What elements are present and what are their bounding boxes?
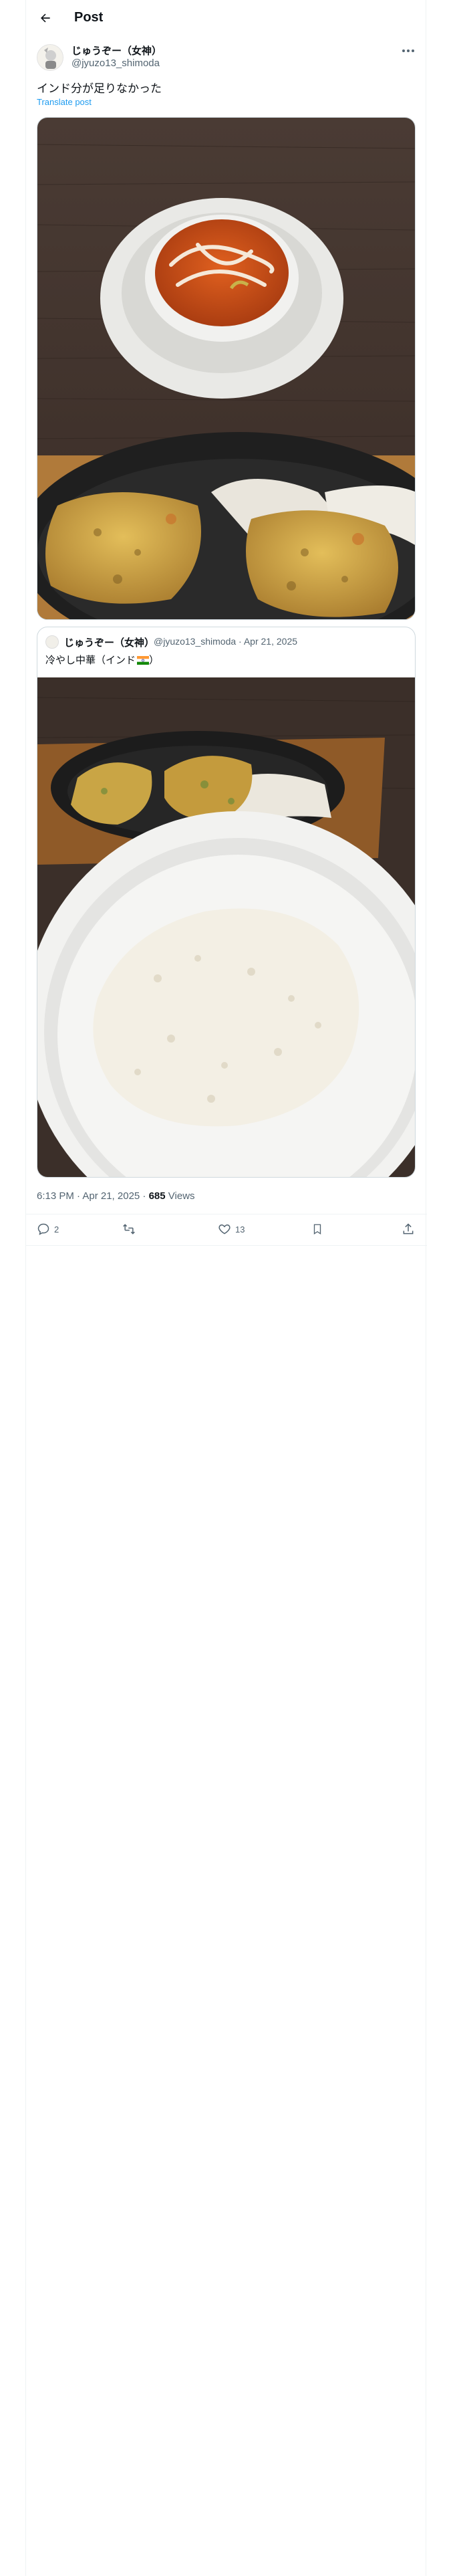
repost-button[interactable] — [122, 1222, 140, 1236]
avatar[interactable] — [37, 44, 63, 71]
heart-icon — [218, 1224, 231, 1235]
like-count: 13 — [235, 1224, 245, 1235]
reply-count: 2 — [54, 1224, 59, 1235]
quote-photo[interactable] — [37, 677, 415, 1177]
reply-button[interactable]: 2 — [37, 1222, 59, 1236]
food-photo — [37, 118, 415, 619]
back-button[interactable] — [35, 8, 55, 28]
author-name[interactable]: じゅうぞー（女神） — [71, 43, 162, 58]
quote-avatar — [45, 635, 59, 649]
post-timestamp[interactable]: 6:13 PM · Apr 21, 2025 · — [37, 1190, 149, 1202]
more-button[interactable] — [400, 44, 416, 58]
views-count: 685 — [148, 1190, 166, 1202]
repost-icon — [123, 1224, 135, 1235]
avatar-illustration — [37, 45, 63, 70]
share-icon — [403, 1223, 414, 1235]
post-photo[interactable] — [37, 117, 416, 620]
arrow-left-icon — [41, 13, 50, 23]
like-button[interactable]: 13 — [218, 1222, 245, 1236]
views-label: Views — [165, 1190, 195, 1202]
quoted-post[interactable]: じゅうぞー（女神） @jyuzo13_shimoda · Apr 21, 202… — [37, 627, 416, 1178]
share-button[interactable] — [402, 1222, 415, 1236]
quote-text-close: ） — [149, 655, 160, 666]
reply-icon — [37, 1223, 49, 1235]
more-horizontal-icon — [402, 49, 414, 52]
quote-text-body: 冷やし中華（インド — [45, 655, 136, 666]
author-handle[interactable]: @jyuzo13_shimoda — [71, 58, 160, 69]
bookmark-button[interactable] — [311, 1222, 323, 1236]
page-title: Post — [74, 10, 104, 25]
post-meta: 6:13 PM · Apr 21, 2025 · 685 Views — [37, 1190, 195, 1202]
flag-icon — [137, 656, 150, 665]
top-bar: Post — [26, 0, 427, 36]
action-bar: 2 13 — [26, 1214, 427, 1246]
bookmark-icon — [313, 1224, 321, 1235]
post-text: インド分が足りなかった — [37, 82, 162, 95]
quote-author-name: じゅうぞー（女神） — [64, 637, 155, 649]
translate-link[interactable]: Translate post — [37, 97, 92, 107]
rice-photo — [37, 677, 415, 1177]
quote-author-meta: @jyuzo13_shimoda · Apr 21, 2025 — [154, 636, 298, 647]
post-column: Post じゅうぞー（女神） @jyuzo13_shimoda インド分が足りな… — [25, 0, 427, 2576]
quote-text: 冷やし中華（インド ） — [45, 653, 159, 667]
